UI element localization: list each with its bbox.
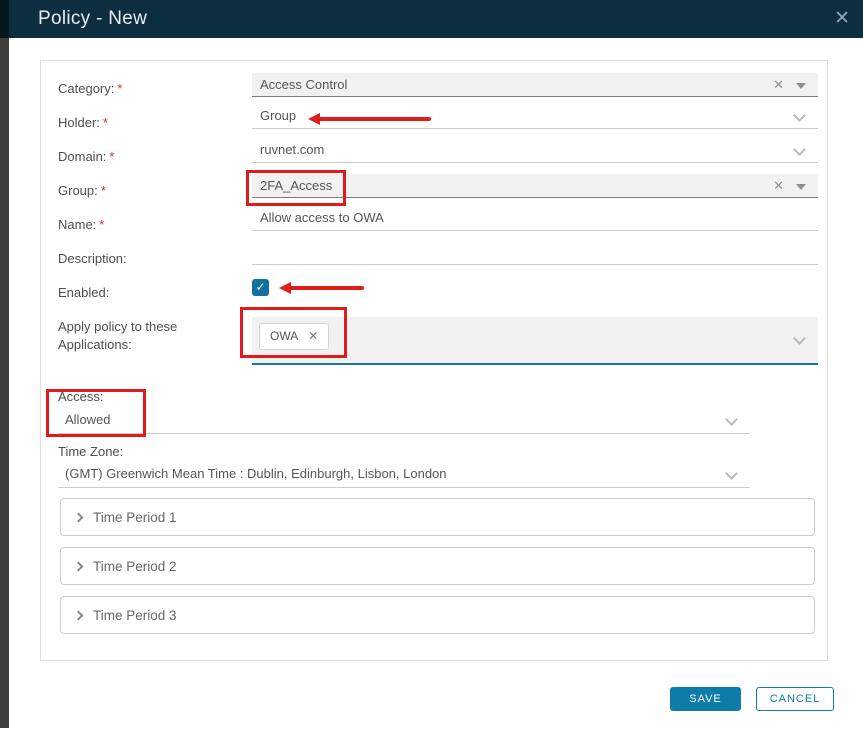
- time-period-label: Time Period 2: [93, 559, 177, 574]
- name-input[interactable]: Allow access to OWA: [252, 208, 818, 231]
- applications-label-line2: Applications:: [58, 337, 132, 352]
- dropdown-arrow-icon[interactable]: [796, 83, 806, 89]
- chevron-down-icon[interactable]: [725, 467, 738, 480]
- access-select[interactable]: Allowed: [58, 409, 750, 434]
- domain-label: Domain:*: [58, 149, 114, 164]
- applications-label-line1: Apply policy to these: [58, 319, 177, 334]
- time-period-3-accordion[interactable]: Time Period 3: [60, 596, 815, 634]
- required-asterisk: *: [103, 115, 108, 130]
- enabled-label: Enabled:: [58, 285, 109, 300]
- dialog-header: Policy - New ✕: [0, 0, 863, 38]
- time-period-label: Time Period 3: [93, 608, 177, 623]
- cancel-button[interactable]: CANCEL: [756, 687, 834, 711]
- enabled-checkbox[interactable]: ✓: [252, 279, 269, 296]
- dropdown-arrow-icon[interactable]: [796, 184, 806, 190]
- domain-select[interactable]: ruvnet.com: [252, 140, 818, 163]
- check-icon: ✓: [255, 280, 265, 294]
- required-asterisk: *: [99, 217, 104, 232]
- header-left-edge: [0, 0, 9, 38]
- chevron-down-icon[interactable]: [793, 332, 806, 345]
- application-chip: OWA ✕: [259, 323, 329, 350]
- category-label: Category:*: [58, 81, 122, 96]
- time-period-label: Time Period 1: [93, 510, 177, 525]
- clear-icon[interactable]: ✕: [773, 178, 784, 194]
- holder-select[interactable]: Group: [252, 106, 818, 129]
- holder-value: Group: [260, 108, 296, 123]
- description-label: Description:: [58, 251, 127, 266]
- chevron-down-icon[interactable]: [725, 413, 738, 426]
- chip-remove-icon[interactable]: ✕: [308, 329, 318, 343]
- close-icon[interactable]: ✕: [834, 7, 850, 31]
- chip-label: OWA: [270, 329, 298, 343]
- time-period-1-accordion[interactable]: Time Period 1: [60, 498, 815, 536]
- required-asterisk: *: [117, 81, 122, 96]
- chevron-down-icon[interactable]: [793, 109, 806, 122]
- category-select[interactable]: Access Control ✕: [252, 73, 818, 97]
- timezone-value: (GMT) Greenwich Mean Time : Dublin, Edin…: [65, 466, 447, 481]
- required-asterisk: *: [101, 183, 106, 198]
- access-value: Allowed: [65, 412, 111, 427]
- access-label: Access:: [58, 389, 104, 404]
- category-value: Access Control: [260, 77, 347, 92]
- chevron-down-icon[interactable]: [793, 143, 806, 156]
- clear-icon[interactable]: ✕: [773, 77, 784, 93]
- timezone-label: Time Zone:: [58, 444, 123, 459]
- holder-label: Holder:*: [58, 115, 108, 130]
- dialog-title: Policy - New: [38, 0, 147, 38]
- name-value: Allow access to OWA: [260, 210, 384, 225]
- chevron-right-icon: [74, 513, 84, 523]
- time-period-2-accordion[interactable]: Time Period 2: [60, 547, 815, 585]
- name-label: Name:*: [58, 217, 104, 232]
- timezone-select[interactable]: (GMT) Greenwich Mean Time : Dublin, Edin…: [58, 463, 750, 488]
- group-value: 2FA_Access: [260, 178, 332, 193]
- group-select[interactable]: 2FA_Access ✕: [252, 174, 818, 198]
- background-page-strip: [0, 38, 9, 728]
- save-button[interactable]: SAVE: [670, 687, 741, 711]
- domain-value: ruvnet.com: [260, 142, 324, 157]
- description-input[interactable]: [252, 242, 818, 265]
- policy-new-dialog: Policy - New ✕ Category:* Access Control…: [0, 0, 863, 734]
- chevron-right-icon: [74, 611, 84, 621]
- applications-multiselect[interactable]: OWA ✕: [252, 317, 818, 365]
- required-asterisk: *: [109, 149, 114, 164]
- chevron-right-icon: [74, 562, 84, 572]
- group-label: Group:*: [58, 183, 106, 198]
